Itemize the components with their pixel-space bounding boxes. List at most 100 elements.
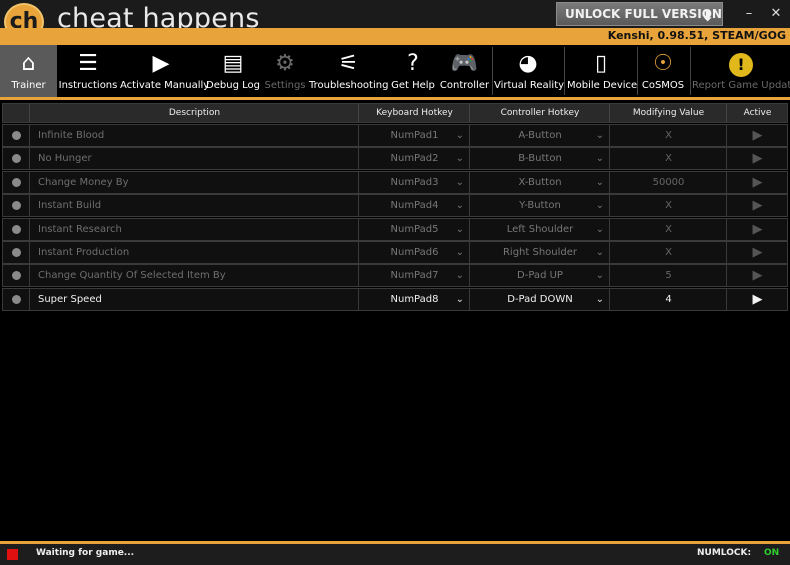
keyboard-hotkey-value: NumPad1 bbox=[390, 130, 439, 141]
unlock-full-version-button[interactable]: UNLOCK FULL VERSION ⬇ bbox=[556, 2, 723, 26]
toolbar-troubleshooting-button[interactable]: ⚟ Troubleshooting bbox=[309, 45, 388, 97]
keyboard-hotkey-dropdown[interactable]: NumPad3 ⌄ bbox=[358, 171, 470, 193]
status-dot-icon bbox=[12, 294, 21, 304]
minimize-button[interactable]: – bbox=[741, 6, 757, 21]
table-row[interactable]: Instant Research NumPad5 ⌄ Left Shoulder ⌄ X ▶ bbox=[2, 217, 788, 241]
toolbar-label: Controller bbox=[439, 80, 490, 91]
controller-hotkey-dropdown[interactable]: D-Pad UP ⌄ bbox=[469, 265, 610, 287]
toolbar: ⌂ Trainer ☰ Instructions ▶ Activate Manu… bbox=[0, 45, 790, 97]
chevron-down-icon: ⌄ bbox=[595, 270, 604, 282]
home-icon: ⌂ bbox=[21, 51, 36, 76]
toolbar-debug-log-button[interactable]: ▤ Debug Log bbox=[204, 45, 262, 97]
toolbar-instructions-button[interactable]: ☰ Instructions bbox=[58, 45, 118, 97]
table-row[interactable]: Instant Build NumPad4 ⌄ Y-Button ⌄ X ▶ bbox=[2, 194, 788, 218]
keyboard-hotkey-value: NumPad3 bbox=[390, 176, 439, 188]
toolbar-label: Settings bbox=[264, 80, 306, 91]
toolbar-trainer-button[interactable]: ⌂ Trainer bbox=[0, 45, 57, 97]
activate-play-button[interactable]: ▶ bbox=[726, 265, 788, 287]
keyboard-hotkey-value: NumPad2 bbox=[390, 153, 439, 165]
modifying-value-field[interactable]: 50000 bbox=[609, 171, 727, 193]
cosmos-icon: ☉ bbox=[653, 51, 673, 76]
table-row[interactable]: No Hunger NumPad2 ⌄ B-Button ⌄ X ▶ bbox=[2, 147, 788, 171]
modifying-value-field[interactable]: X bbox=[609, 125, 727, 146]
help-icon: ? bbox=[407, 51, 419, 76]
table-row[interactable]: Instant Production NumPad6 ⌄ Right Shoulder… bbox=[2, 241, 788, 264]
header-modifying-value: Modifying Value bbox=[609, 104, 727, 122]
chevron-down-icon: ⌄ bbox=[595, 130, 604, 141]
close-button[interactable]: ✕ bbox=[768, 6, 784, 21]
controller-hotkey-dropdown[interactable]: Right Shoulder ⌄ bbox=[469, 242, 610, 263]
keyboard-hotkey-dropdown[interactable]: NumPad1 ⌄ bbox=[358, 125, 470, 146]
toolbar-label: Instructions bbox=[58, 80, 118, 91]
modifying-value-field[interactable]: X bbox=[609, 148, 727, 170]
controller-hotkey-dropdown[interactable]: Left Shoulder ⌄ bbox=[469, 218, 610, 240]
gear-icon: ⚙ bbox=[275, 51, 295, 76]
toolbar-label: Activate Manually bbox=[120, 80, 210, 91]
activate-play-button[interactable]: ▶ bbox=[726, 171, 788, 193]
cheat-description: Change Quantity Of Selected Item By bbox=[29, 265, 367, 287]
chevron-down-icon: ⌄ bbox=[595, 223, 604, 235]
modifying-value-field[interactable]: X bbox=[609, 218, 727, 240]
toolbar-cosmos-button[interactable]: ☉ CoSMOS bbox=[639, 45, 687, 97]
controller-hotkey-dropdown[interactable]: D-Pad DOWN ⌄ bbox=[469, 288, 610, 310]
cheat-description: Infinite Blood bbox=[29, 125, 367, 146]
modifying-value-field[interactable]: 5 bbox=[609, 265, 727, 287]
game-title: Kenshi, 0.98.51, STEAM/GOG bbox=[607, 29, 786, 42]
toolbar-label: Virtual Reality bbox=[494, 80, 565, 91]
toolbar-report-game-update-button[interactable]: ! Report Game Update bbox=[692, 45, 790, 97]
controller-hotkey-dropdown[interactable]: B-Button ⌄ bbox=[469, 148, 610, 170]
toolbar-label: Report Game Update bbox=[692, 80, 790, 91]
keyboard-hotkey-dropdown[interactable]: NumPad2 ⌄ bbox=[358, 148, 470, 170]
list-icon: ⚟ bbox=[338, 51, 359, 76]
keyboard-hotkey-dropdown[interactable]: NumPad6 ⌄ bbox=[358, 242, 470, 263]
activate-play-button[interactable]: ▶ bbox=[726, 218, 788, 240]
modifying-value-field[interactable]: 4 bbox=[609, 288, 727, 310]
modifying-value-field[interactable]: X bbox=[609, 242, 727, 263]
keyboard-hotkey-dropdown[interactable]: NumPad7 ⌄ bbox=[358, 265, 470, 287]
toolbar-activate-manually-button[interactable]: ▶ Activate Manually bbox=[120, 45, 210, 97]
toolbar-get-help-button[interactable]: ? Get Help bbox=[391, 45, 435, 97]
header-controller-hotkey: Controller Hotkey bbox=[469, 104, 610, 122]
download-icon: ⬇ bbox=[701, 7, 714, 25]
status-dot-icon bbox=[12, 224, 21, 234]
activate-play-button[interactable]: ▶ bbox=[726, 148, 788, 170]
table-row[interactable]: Super Speed NumPad8 ⌄ D-Pad DOWN ⌄ 4 ▶ bbox=[2, 287, 788, 311]
document-icon: ☰ bbox=[78, 51, 98, 76]
mobile-icon: ▯ bbox=[594, 51, 608, 76]
keyboard-hotkey-dropdown[interactable]: NumPad8 ⌄ bbox=[358, 288, 470, 310]
chevron-down-icon: ⌄ bbox=[595, 293, 604, 305]
chevron-down-icon: ⌄ bbox=[455, 153, 464, 165]
controller-hotkey-dropdown[interactable]: Y-Button ⌄ bbox=[469, 195, 610, 217]
chevron-down-icon: ⌄ bbox=[455, 223, 464, 235]
modifying-value-field[interactable]: X bbox=[609, 195, 727, 217]
row-status-cell bbox=[3, 219, 29, 240]
unlock-label: UNLOCK FULL VERSION bbox=[565, 7, 722, 21]
table-row[interactable]: Infinite Blood NumPad1 ⌄ A-Button ⌄ X ▶ bbox=[2, 124, 788, 147]
chevron-down-icon: ⌄ bbox=[455, 270, 464, 282]
keyboard-hotkey-dropdown[interactable]: NumPad4 ⌄ bbox=[358, 195, 470, 217]
activate-play-button[interactable]: ▶ bbox=[726, 195, 788, 217]
table-row[interactable]: Change Money By NumPad3 ⌄ X-Button ⌄ 50000 ▶ bbox=[2, 170, 788, 194]
controller-hotkey-dropdown[interactable]: A-Button ⌄ bbox=[469, 125, 610, 146]
toolbar-divider bbox=[0, 97, 790, 100]
toolbar-controller-button[interactable]: 🎮 Controller bbox=[439, 45, 490, 97]
controller-hotkey-value: D-Pad UP bbox=[517, 270, 563, 282]
status-dot-icon bbox=[12, 201, 21, 211]
toolbar-settings-button[interactable]: ⚙ Settings bbox=[263, 45, 307, 97]
activate-play-button[interactable]: ▶ bbox=[726, 288, 788, 310]
toolbar-label: Get Help bbox=[391, 80, 435, 91]
row-status-cell bbox=[3, 172, 29, 193]
toolbar-label: Troubleshooting bbox=[309, 80, 389, 91]
activate-play-button[interactable]: ▶ bbox=[726, 125, 788, 146]
keyboard-hotkey-value: NumPad4 bbox=[390, 200, 439, 212]
controller-hotkey-dropdown[interactable]: X-Button ⌄ bbox=[469, 171, 610, 193]
toolbar-virtual-reality-button[interactable]: ◕ Virtual Reality bbox=[494, 45, 565, 97]
cheat-description: Instant Production bbox=[29, 242, 367, 263]
table-row[interactable]: Change Quantity Of Selected Item By NumPa… bbox=[2, 264, 788, 288]
status-dot-icon bbox=[12, 177, 21, 187]
keyboard-hotkey-dropdown[interactable]: NumPad5 ⌄ bbox=[358, 218, 470, 240]
row-status-cell bbox=[3, 125, 29, 146]
toolbar-mobile-device-button[interactable]: ▯ Mobile Device bbox=[567, 45, 637, 97]
activate-play-button[interactable]: ▶ bbox=[726, 242, 788, 263]
game-info-bar: Kenshi, 0.98.51, STEAM/GOG bbox=[0, 28, 790, 45]
